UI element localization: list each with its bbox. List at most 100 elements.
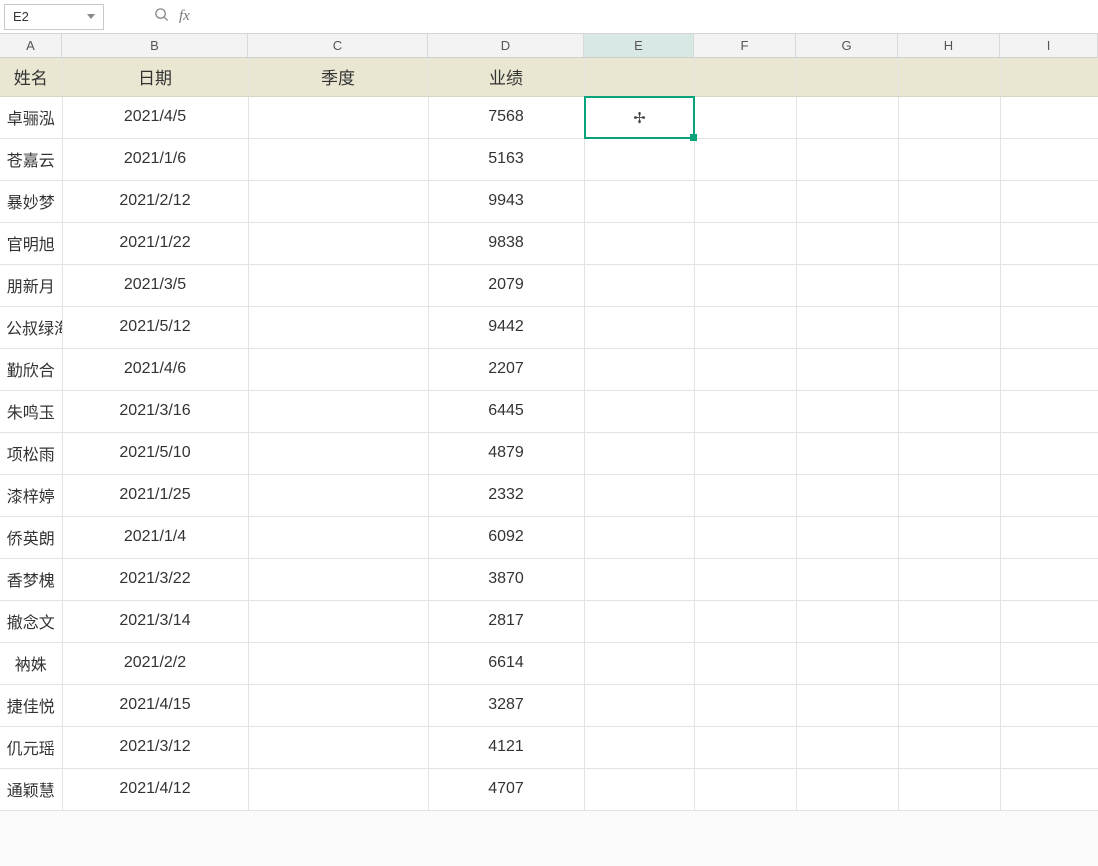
cell[interactable]: 9442 <box>428 306 584 348</box>
cell[interactable]: 2021/3/22 <box>62 558 248 600</box>
cell[interactable] <box>1000 390 1098 432</box>
cell[interactable] <box>248 558 428 600</box>
cell[interactable] <box>584 306 694 348</box>
cell[interactable]: 项松雨 <box>0 432 62 474</box>
cell[interactable] <box>1000 138 1098 180</box>
cell[interactable] <box>248 768 428 810</box>
cell[interactable] <box>694 768 796 810</box>
cell[interactable] <box>694 180 796 222</box>
cell[interactable]: 衲姝 <box>0 642 62 684</box>
cell[interactable] <box>898 600 1000 642</box>
cell[interactable] <box>694 432 796 474</box>
cell[interactable] <box>1000 432 1098 474</box>
cell[interactable]: 3870 <box>428 558 584 600</box>
cell[interactable] <box>898 348 1000 390</box>
cell[interactable] <box>584 474 694 516</box>
cell[interactable]: 苍嘉云 <box>0 138 62 180</box>
cell[interactable] <box>1000 600 1098 642</box>
cell[interactable]: 朱鸣玉 <box>0 390 62 432</box>
cell[interactable] <box>248 684 428 726</box>
cell[interactable]: 仉元瑶 <box>0 726 62 768</box>
cell[interactable] <box>898 642 1000 684</box>
header-cell[interactable] <box>584 58 694 96</box>
cell[interactable] <box>584 264 694 306</box>
cell[interactable] <box>796 768 898 810</box>
cell[interactable] <box>584 390 694 432</box>
cell[interactable] <box>796 348 898 390</box>
cell[interactable] <box>694 600 796 642</box>
cell[interactable] <box>898 306 1000 348</box>
cell[interactable] <box>694 684 796 726</box>
cell[interactable] <box>584 558 694 600</box>
cell[interactable]: 朋新月 <box>0 264 62 306</box>
cell[interactable] <box>694 390 796 432</box>
cell[interactable] <box>796 96 898 138</box>
cell[interactable] <box>796 138 898 180</box>
column-header-b[interactable]: B <box>62 34 248 57</box>
formula-input[interactable] <box>200 0 1098 33</box>
cell[interactable] <box>248 264 428 306</box>
cell[interactable]: 2021/4/15 <box>62 684 248 726</box>
cell[interactable]: 4121 <box>428 726 584 768</box>
cell[interactable]: 2021/1/25 <box>62 474 248 516</box>
cell[interactable] <box>584 642 694 684</box>
cell[interactable] <box>898 138 1000 180</box>
column-header-i[interactable]: I <box>1000 34 1098 57</box>
header-cell[interactable] <box>694 58 796 96</box>
cell[interactable]: 公叔绿海 <box>0 306 62 348</box>
column-header-e[interactable]: E <box>584 34 694 57</box>
cell[interactable]: 2021/1/22 <box>62 222 248 264</box>
cell[interactable] <box>694 222 796 264</box>
cell[interactable] <box>694 516 796 558</box>
fx-icon[interactable]: fx <box>179 8 190 25</box>
cell[interactable] <box>248 390 428 432</box>
cell[interactable] <box>248 600 428 642</box>
cell[interactable] <box>584 768 694 810</box>
cell[interactable] <box>584 180 694 222</box>
cell[interactable] <box>248 96 428 138</box>
cell[interactable] <box>898 432 1000 474</box>
cell[interactable]: 2021/2/12 <box>62 180 248 222</box>
cell[interactable] <box>1000 264 1098 306</box>
cell[interactable] <box>248 348 428 390</box>
cell[interactable]: 2021/5/10 <box>62 432 248 474</box>
cell[interactable]: 2021/4/6 <box>62 348 248 390</box>
header-cell[interactable]: 业绩 <box>428 58 584 96</box>
cell[interactable]: 通颖慧 <box>0 768 62 810</box>
cell[interactable]: 6614 <box>428 642 584 684</box>
cell[interactable] <box>1000 642 1098 684</box>
cell[interactable] <box>584 96 694 138</box>
cell[interactable]: 2021/1/6 <box>62 138 248 180</box>
cell[interactable] <box>796 600 898 642</box>
cell[interactable] <box>248 432 428 474</box>
header-cell[interactable] <box>796 58 898 96</box>
cell[interactable]: 2021/4/5 <box>62 96 248 138</box>
column-header-d[interactable]: D <box>428 34 584 57</box>
spreadsheet-grid[interactable]: ABCDEFGHI 姓名日期季度业绩卓骊泓2021/4/57568苍嘉云2021… <box>0 34 1098 811</box>
cell[interactable]: 漆梓婷 <box>0 474 62 516</box>
header-cell[interactable]: 季度 <box>248 58 428 96</box>
cell[interactable]: 撤念文 <box>0 600 62 642</box>
cell[interactable] <box>584 726 694 768</box>
cell[interactable]: 7568 <box>428 96 584 138</box>
search-icon[interactable] <box>154 7 169 26</box>
cell[interactable] <box>584 138 694 180</box>
cell[interactable]: 2332 <box>428 474 584 516</box>
cell[interactable]: 4879 <box>428 432 584 474</box>
cell[interactable]: 2021/3/14 <box>62 600 248 642</box>
cell[interactable]: 6445 <box>428 390 584 432</box>
cell[interactable]: 3287 <box>428 684 584 726</box>
cell[interactable] <box>796 180 898 222</box>
column-header-h[interactable]: H <box>898 34 1000 57</box>
cell[interactable] <box>248 726 428 768</box>
cell[interactable]: 2021/3/16 <box>62 390 248 432</box>
column-header-g[interactable]: G <box>796 34 898 57</box>
cell[interactable] <box>898 726 1000 768</box>
cell[interactable] <box>1000 516 1098 558</box>
cell[interactable] <box>796 390 898 432</box>
cell[interactable] <box>796 432 898 474</box>
cell[interactable] <box>584 516 694 558</box>
cell[interactable]: 2021/5/12 <box>62 306 248 348</box>
cell[interactable] <box>1000 96 1098 138</box>
cell[interactable] <box>694 642 796 684</box>
